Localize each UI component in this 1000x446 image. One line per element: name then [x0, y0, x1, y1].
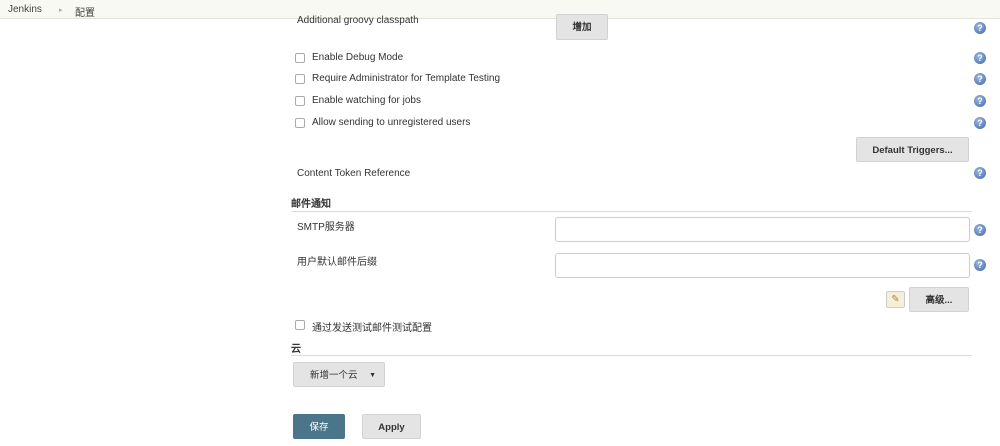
email-suffix-label: 用户默认邮件后缀 — [297, 257, 377, 268]
smtp-server-input[interactable] — [555, 217, 970, 242]
apply-button[interactable]: Apply — [362, 414, 421, 439]
cloud-section-heading: 云 — [291, 344, 301, 355]
help-icon[interactable]: ? — [974, 95, 986, 107]
checkbox-unregistered-users[interactable] — [295, 118, 305, 128]
breadcrumb-current[interactable]: 配置 — [75, 4, 95, 19]
admin-template-label: Require Administrator for Template Testi… — [312, 73, 501, 84]
checkbox-admin-template[interactable] — [295, 74, 305, 84]
checkbox-debug-mode[interactable] — [295, 53, 305, 63]
help-icon[interactable]: ? — [974, 259, 986, 271]
divider — [291, 211, 972, 212]
email-suffix-input[interactable] — [555, 253, 970, 278]
checkbox-test-email[interactable] — [295, 320, 305, 330]
help-icon[interactable]: ? — [974, 22, 986, 34]
default-triggers-button[interactable]: Default Triggers... — [856, 137, 969, 162]
watching-jobs-label: Enable watching for jobs — [312, 95, 421, 106]
add-cloud-dropdown[interactable]: 新增一个云 ▼ — [293, 362, 385, 387]
breadcrumb: Jenkins ▸ 配置 — [0, 0, 1000, 19]
chevron-right-icon: ▸ — [59, 7, 63, 14]
help-icon[interactable]: ? — [974, 73, 986, 85]
test-email-label: 通过发送测试邮件测试配置 — [312, 323, 432, 334]
checkbox-watching-jobs[interactable] — [295, 96, 305, 106]
email-section-heading: 邮件通知 — [291, 199, 331, 210]
save-button[interactable]: 保存 — [293, 414, 345, 439]
content-token-label: Content Token Reference — [297, 168, 411, 179]
add-classpath-button[interactable]: 增加 — [556, 14, 608, 40]
smtp-label: SMTP服务器 — [297, 222, 355, 233]
groovy-classpath-label: Additional groovy classpath — [297, 15, 419, 26]
add-cloud-label: 新增一个云 — [310, 370, 358, 381]
caret-down-icon: ▼ — [369, 372, 376, 379]
divider — [291, 355, 972, 356]
breadcrumb-jenkins[interactable]: Jenkins — [8, 4, 42, 15]
help-icon[interactable]: ? — [974, 52, 986, 64]
debug-mode-label: Enable Debug Mode — [312, 52, 404, 63]
help-icon[interactable]: ? — [974, 117, 986, 129]
notepad-icon: ✎ — [886, 291, 905, 308]
unregistered-users-label: Allow sending to unregistered users — [312, 117, 471, 128]
help-icon[interactable]: ? — [974, 224, 986, 236]
help-icon[interactable]: ? — [974, 167, 986, 179]
advanced-button[interactable]: 高级... — [909, 287, 969, 312]
